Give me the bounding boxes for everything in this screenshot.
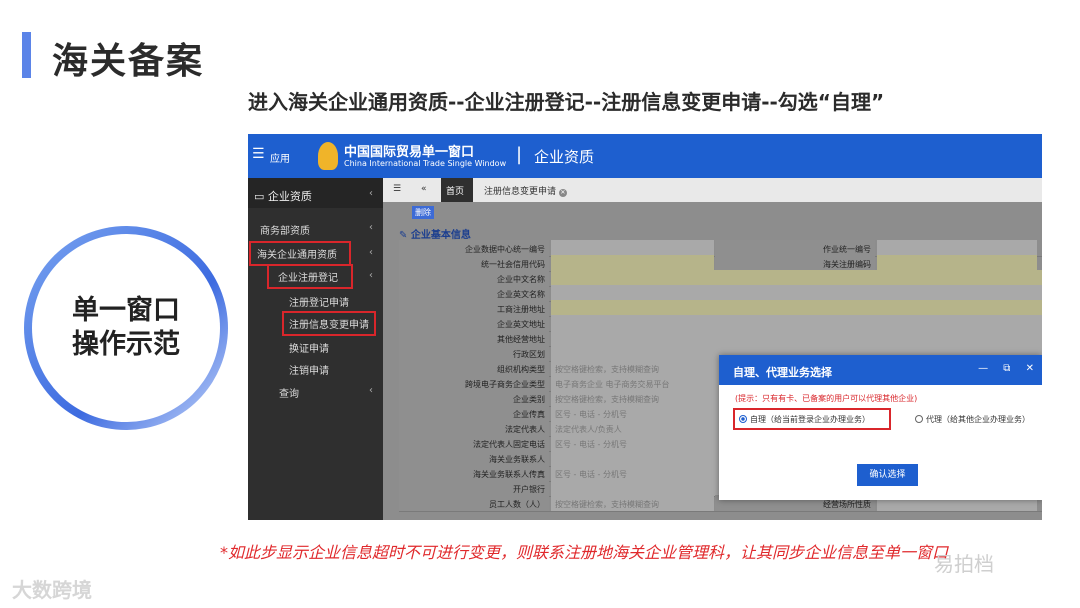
- tab-change-apply[interactable]: 注册信息变更申请 ✕: [484, 184, 567, 197]
- sidebar-item-cancel-apply[interactable]: 注销申请: [289, 362, 329, 377]
- chevron-left-icon: ‹: [369, 270, 373, 281]
- sidebar-item-registration[interactable]: 企业注册登记: [267, 264, 353, 289]
- sidebar-item-register-apply[interactable]: 注册登记申请: [289, 294, 349, 309]
- delete-button[interactable]: 删除: [412, 206, 434, 219]
- app-screenshot: ☰ 应用 中国国际贸易单一窗口 China International Trad…: [248, 134, 1042, 520]
- chevron-left-icon: ‹: [369, 222, 373, 233]
- option-self-label: 自理（给当前登录企业办理业务）: [750, 415, 870, 424]
- title-accent-bar: [22, 32, 31, 78]
- form-field[interactable]: [551, 285, 1042, 301]
- form-field[interactable]: [877, 255, 1037, 271]
- brand-separator: |: [516, 144, 523, 165]
- back-icon[interactable]: «: [421, 184, 427, 194]
- tab-label: 注册信息变更申请: [484, 187, 557, 197]
- section-title: ✎ 企业基本信息: [399, 226, 471, 241]
- form-label: 海关业务联系人传真: [399, 465, 549, 481]
- circle-line-1: 单一窗口: [72, 295, 180, 326]
- form-field[interactable]: [877, 240, 1037, 256]
- form-label: 企业数据中心统一编号: [399, 240, 549, 256]
- customs-emblem-icon: [318, 142, 338, 170]
- app-topbar: ☰ 应用 中国国际贸易单一窗口 China International Trad…: [248, 134, 1042, 178]
- tab-bar: ☰ « 首页 注册信息变更申请 ✕: [383, 178, 1042, 202]
- option-self-radio[interactable]: 自理（给当前登录企业办理业务）: [733, 408, 891, 430]
- sidebar-item-label: 企业注册登记: [278, 273, 338, 284]
- menu-label[interactable]: 应用: [270, 150, 290, 165]
- slide-subtitle: 进入海关企业通用资质--企业注册登记--注册信息变更申请--勾选“自理”: [248, 90, 885, 114]
- option-agent-label: 代理（给其他企业办理业务）: [926, 415, 1030, 424]
- watermark-right: 易拍档: [934, 552, 994, 576]
- window-controls-icon[interactable]: — ⧉ ✕: [978, 363, 1040, 374]
- footnote: *如此步显示企业信息超时不可进行变更，则联系注册地海关企业管理科，让其同步企业信…: [220, 543, 949, 562]
- menu-icon[interactable]: ☰: [252, 146, 265, 162]
- sidebar-header[interactable]: ▭ 企业资质 ‹: [248, 178, 383, 208]
- business-type-dialog: 自理、代理业务选择 — ⧉ ✕ (提示：只有有卡、已备案的用户可以代理其他企业)…: [719, 355, 1042, 500]
- circle-line-2: 操作示范: [72, 329, 180, 360]
- form-label: 法定代表人: [399, 420, 549, 436]
- form-label: 组织机构类型: [399, 360, 549, 376]
- sidebar-item-query[interactable]: 查询 ‹: [279, 385, 383, 400]
- sidebar-item-customs-qualification[interactable]: 海关企业通用资质: [249, 241, 351, 266]
- form-label: 企业英文地址: [399, 315, 549, 331]
- dialog-hint: (提示：只有有卡、已备案的用户可以代理其他企业): [735, 394, 918, 403]
- confirm-button[interactable]: 确认选择: [857, 464, 918, 486]
- form-label: 企业中文名称: [399, 270, 549, 286]
- form-label: 员工人数（人）: [399, 495, 549, 511]
- sidebar: ▭ 企业资质 ‹ 商务部资质 ‹ 海关企业通用资质 ‹ 企业注册登记 ‹ 注册登…: [248, 178, 383, 520]
- form-label: 工商注册地址: [399, 300, 549, 316]
- brand-name-en: China International Trade Single Window: [344, 159, 507, 168]
- list-icon[interactable]: ☰: [393, 184, 401, 194]
- form-field[interactable]: [551, 240, 714, 256]
- radio-unchecked-icon: [915, 415, 923, 423]
- brand-name: 中国国际贸易单一窗口: [344, 145, 475, 160]
- form-label: 统一社会信用代码: [399, 255, 549, 271]
- sidebar-item-change-apply[interactable]: 注册信息变更申请: [282, 311, 376, 336]
- form-field[interactable]: [551, 270, 1042, 286]
- slide-title: 海关备案: [52, 41, 205, 82]
- form-label: 跨境电子商务企业类型: [399, 375, 549, 391]
- option-agent-radio[interactable]: 代理（给其他企业办理业务）: [911, 410, 1034, 428]
- sidebar-header-label: 企业资质: [267, 190, 312, 203]
- tab-home[interactable]: 首页: [441, 178, 473, 202]
- sidebar-item-label: 查询: [279, 389, 299, 400]
- form-label: 法定代表人固定电话: [399, 435, 549, 451]
- form-label: 海关注册编码: [715, 255, 875, 271]
- watermark-left: 大数跨境: [12, 578, 92, 602]
- form-field[interactable]: 按空格键检索，支持模糊查询: [551, 495, 714, 511]
- section-name: 企业资质: [534, 148, 595, 166]
- form-field[interactable]: [551, 315, 1042, 331]
- circle-badge: 单一窗口 操作示范: [32, 234, 220, 422]
- form-field[interactable]: [551, 255, 714, 271]
- form-field[interactable]: [551, 330, 1042, 346]
- sidebar-item-renew-apply[interactable]: 换证申请: [289, 340, 329, 355]
- form-label: 企业类别: [399, 390, 549, 406]
- radio-checked-icon: [739, 415, 747, 423]
- sidebar-item-label: 海关企业通用资质: [257, 250, 337, 261]
- form-label: 开户银行: [399, 480, 549, 496]
- dialog-title: 自理、代理业务选择: [733, 366, 832, 379]
- form-label: 海关业务联系人: [399, 450, 549, 466]
- form-label: 行政区划: [399, 345, 549, 361]
- form-field[interactable]: [551, 300, 1042, 316]
- form-label: 企业英文名称: [399, 285, 549, 301]
- close-icon[interactable]: ✕: [558, 189, 567, 197]
- sidebar-item-mofcom[interactable]: 商务部资质 ‹: [260, 222, 383, 237]
- chevron-left-icon: ‹: [369, 188, 373, 199]
- dialog-header: 自理、代理业务选择 — ⧉ ✕: [719, 355, 1042, 385]
- chevron-left-icon: ‹: [369, 247, 373, 258]
- chevron-left-icon: ‹: [369, 385, 373, 396]
- form-label: 其他经营地址: [399, 330, 549, 346]
- form-label: 作业统一编号: [715, 240, 875, 256]
- form-label: 企业传真: [399, 405, 549, 421]
- card-icon: ▭: [254, 190, 268, 203]
- sidebar-item-label: 商务部资质: [260, 226, 310, 237]
